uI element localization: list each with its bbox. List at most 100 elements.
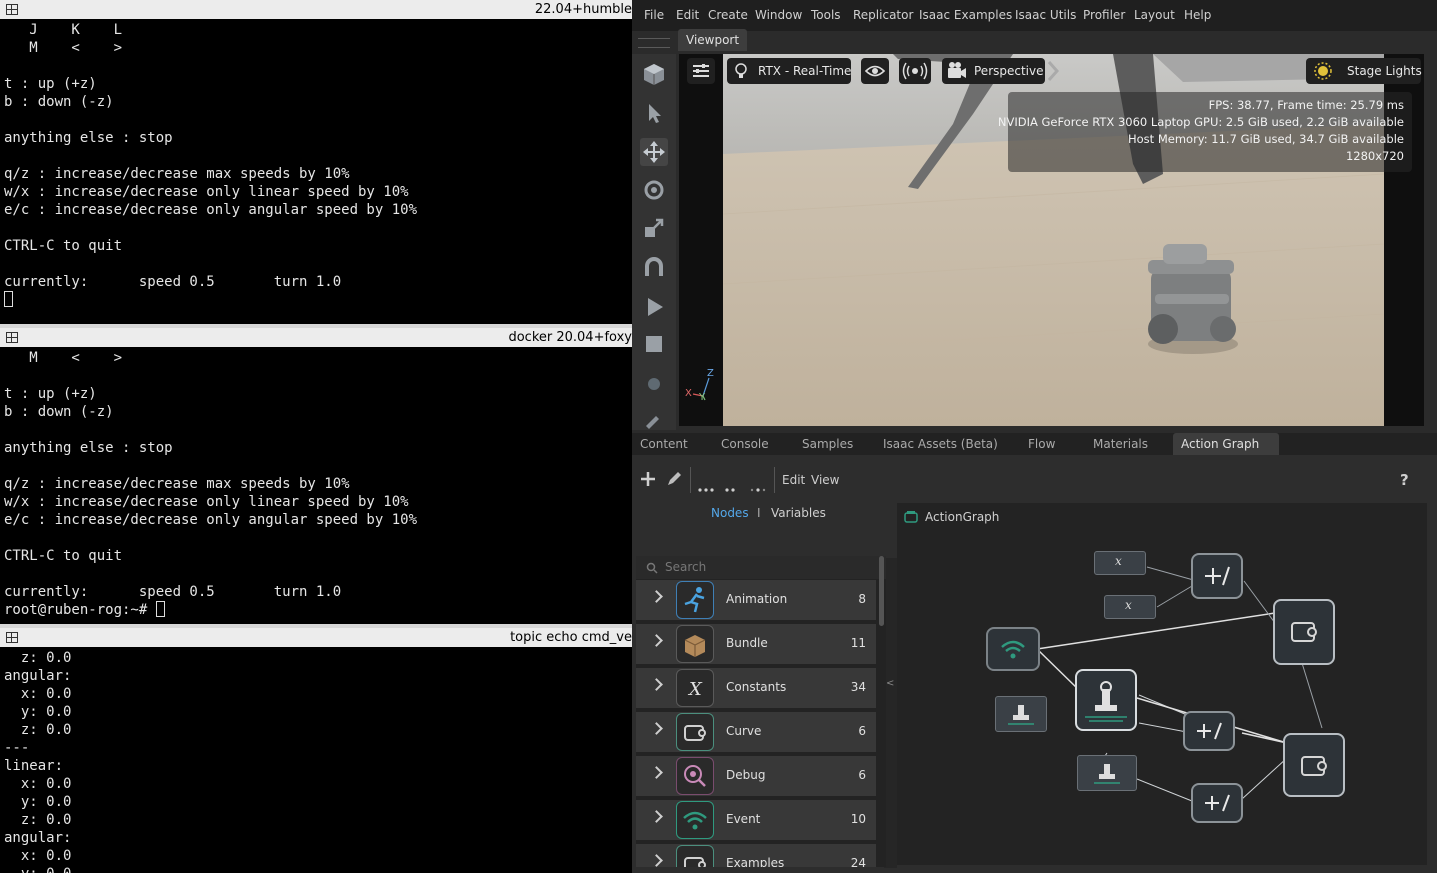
chevron-right-icon[interactable] <box>650 678 663 691</box>
output-node[interactable] <box>1283 733 1345 797</box>
plus-minus-icon <box>1197 722 1222 740</box>
chevron-right-icon[interactable] <box>650 766 663 779</box>
drag-handle[interactable] <box>638 38 670 48</box>
broadcast-icon <box>902 62 928 80</box>
list-item-event[interactable]: Event 10 <box>636 800 876 840</box>
expand-chevron-icon[interactable] <box>1047 60 1061 82</box>
chevron-right-icon[interactable] <box>650 590 663 603</box>
robot-node[interactable] <box>995 696 1047 732</box>
edit-menu[interactable]: Edit <box>782 473 805 487</box>
gpu-text: NVIDIA GeForce RTX 3060 Laptop GPU: 2.5 … <box>997 115 1404 129</box>
visibility-button[interactable] <box>861 58 889 84</box>
menu-profiler[interactable]: Profiler <box>1083 8 1125 22</box>
search-input[interactable]: Search <box>636 556 886 579</box>
select-arrow-icon[interactable] <box>640 99 668 127</box>
menu-tools[interactable]: Tools <box>811 8 841 22</box>
list-item-animation[interactable]: Animation 8 <box>636 580 876 620</box>
event-wifi-icon <box>1001 640 1025 659</box>
category-label: Curve <box>726 724 762 738</box>
list-item-curve[interactable]: Curve 6 <box>636 712 876 752</box>
menu-create[interactable]: Create <box>708 8 748 22</box>
list-item-constants[interactable]: X Constants 34 <box>636 668 876 708</box>
menu-edit[interactable]: Edit <box>676 8 699 22</box>
add-node[interactable] <box>1191 783 1243 823</box>
add-node[interactable] <box>1183 711 1235 751</box>
move-icon[interactable] <box>640 138 668 166</box>
constant-node[interactable]: x <box>1094 551 1146 575</box>
rotate-icon[interactable] <box>640 176 668 204</box>
layout-tree-icon[interactable] <box>750 477 766 492</box>
cube-icon[interactable] <box>640 60 668 88</box>
pencil-icon[interactable] <box>666 471 682 487</box>
viewport-settings-button[interactable] <box>687 58 715 84</box>
viewport-toolbar <box>632 54 676 430</box>
menu-isaac-utils[interactable]: Isaac Utils <box>1015 8 1076 22</box>
tab-flow[interactable]: Flow <box>1020 433 1063 455</box>
menu-isaac-examples[interactable]: Isaac Examples <box>919 8 1012 22</box>
library-scrollbar[interactable] <box>879 556 884 626</box>
tab-samples[interactable]: Samples <box>794 433 861 455</box>
output-node[interactable] <box>1273 599 1335 665</box>
stage-lights-button[interactable]: Stage Lights <box>1306 58 1422 84</box>
examples-icon <box>676 845 714 867</box>
view-menu[interactable]: View <box>811 473 839 487</box>
terminal-title: docker 20.04+foxy <box>508 330 632 345</box>
menu-layout[interactable]: Layout <box>1134 8 1175 22</box>
layout-vertical-icon[interactable] <box>725 477 737 492</box>
camera-icon <box>948 62 966 78</box>
variables-tab[interactable]: Variables <box>771 506 826 520</box>
terminal-menu-icon[interactable] <box>6 4 18 15</box>
list-item-bundle[interactable]: Bundle 11 <box>636 624 876 664</box>
terminal-text: M < > t : up (+z) b : down (-z) anything… <box>4 350 418 600</box>
add-node[interactable] <box>1191 553 1243 599</box>
play-icon[interactable] <box>640 293 668 321</box>
stop-icon[interactable] <box>640 330 668 358</box>
nodes-tab[interactable]: Nodes <box>711 506 749 520</box>
add-icon[interactable] <box>640 471 656 487</box>
axis-gizmo: Z X Y <box>685 368 721 404</box>
terminal-title-bar: docker 20.04+foxy <box>0 328 632 347</box>
help-button[interactable]: ? <box>1400 471 1409 489</box>
menu-window[interactable]: Window <box>755 8 802 22</box>
paint-brush-icon[interactable] <box>640 406 668 434</box>
graph-canvas[interactable]: ActionGraph x x <box>897 503 1427 865</box>
list-item-debug[interactable]: Debug 6 <box>636 756 876 796</box>
menu-file[interactable]: File <box>644 8 664 22</box>
articulation-controller-node[interactable] <box>1075 669 1137 731</box>
constant-x-icon: X <box>676 669 714 707</box>
constant-node[interactable]: x <box>1104 595 1156 619</box>
turtlebot-robot[interactable] <box>1148 244 1238 354</box>
terminal-foxy[interactable]: docker 20.04+foxy M < > t : up (+z) b : … <box>0 328 632 624</box>
tab-isaac-assets[interactable]: Isaac Assets (Beta) <box>875 433 1006 455</box>
layout-horizontal-icon[interactable] <box>698 477 714 492</box>
scale-icon[interactable] <box>640 214 668 242</box>
chevron-right-icon[interactable] <box>650 722 663 735</box>
list-item-examples[interactable]: Examples 24 <box>636 844 876 867</box>
viewport[interactable]: RTX - Real-Time Perspective Stage Lights… <box>679 54 1424 426</box>
render-mode-button[interactable]: RTX - Real-Time <box>727 58 851 84</box>
graph-connections <box>1036 566 1323 802</box>
robot-node[interactable] <box>1077 755 1137 791</box>
tab-console[interactable]: Console <box>713 433 777 455</box>
sensors-button[interactable] <box>899 58 931 84</box>
tab-viewport[interactable]: Viewport <box>678 29 748 51</box>
terminal-humble[interactable]: 22.04+humble J K L M < > t : up (+z) b :… <box>0 0 632 324</box>
terminal-menu-icon[interactable] <box>6 632 18 643</box>
snap-magnet-icon[interactable] <box>640 254 668 282</box>
menu-help[interactable]: Help <box>1184 8 1211 22</box>
on-tick-event-node[interactable] <box>986 627 1040 671</box>
terminal-menu-icon[interactable] <box>6 332 18 343</box>
menu-replicator[interactable]: Replicator <box>853 8 913 22</box>
physics-icon[interactable] <box>640 370 668 398</box>
camera-button[interactable]: Perspective <box>942 58 1045 84</box>
tab-action-graph[interactable]: Action Graph <box>1173 433 1279 455</box>
chevron-right-icon[interactable] <box>650 854 663 867</box>
tab-content[interactable]: Content <box>632 433 696 455</box>
terminal-topic-echo[interactable]: topic echo cmd_ve z: 0.0 angular: x: 0.0… <box>0 628 632 873</box>
chevron-right-icon[interactable] <box>650 634 663 647</box>
svg-text:X: X <box>687 679 703 700</box>
plus-minus-icon <box>1205 794 1230 812</box>
chevron-right-icon[interactable] <box>650 810 663 823</box>
curve-icon <box>676 713 714 751</box>
tab-materials[interactable]: Materials <box>1085 433 1156 455</box>
